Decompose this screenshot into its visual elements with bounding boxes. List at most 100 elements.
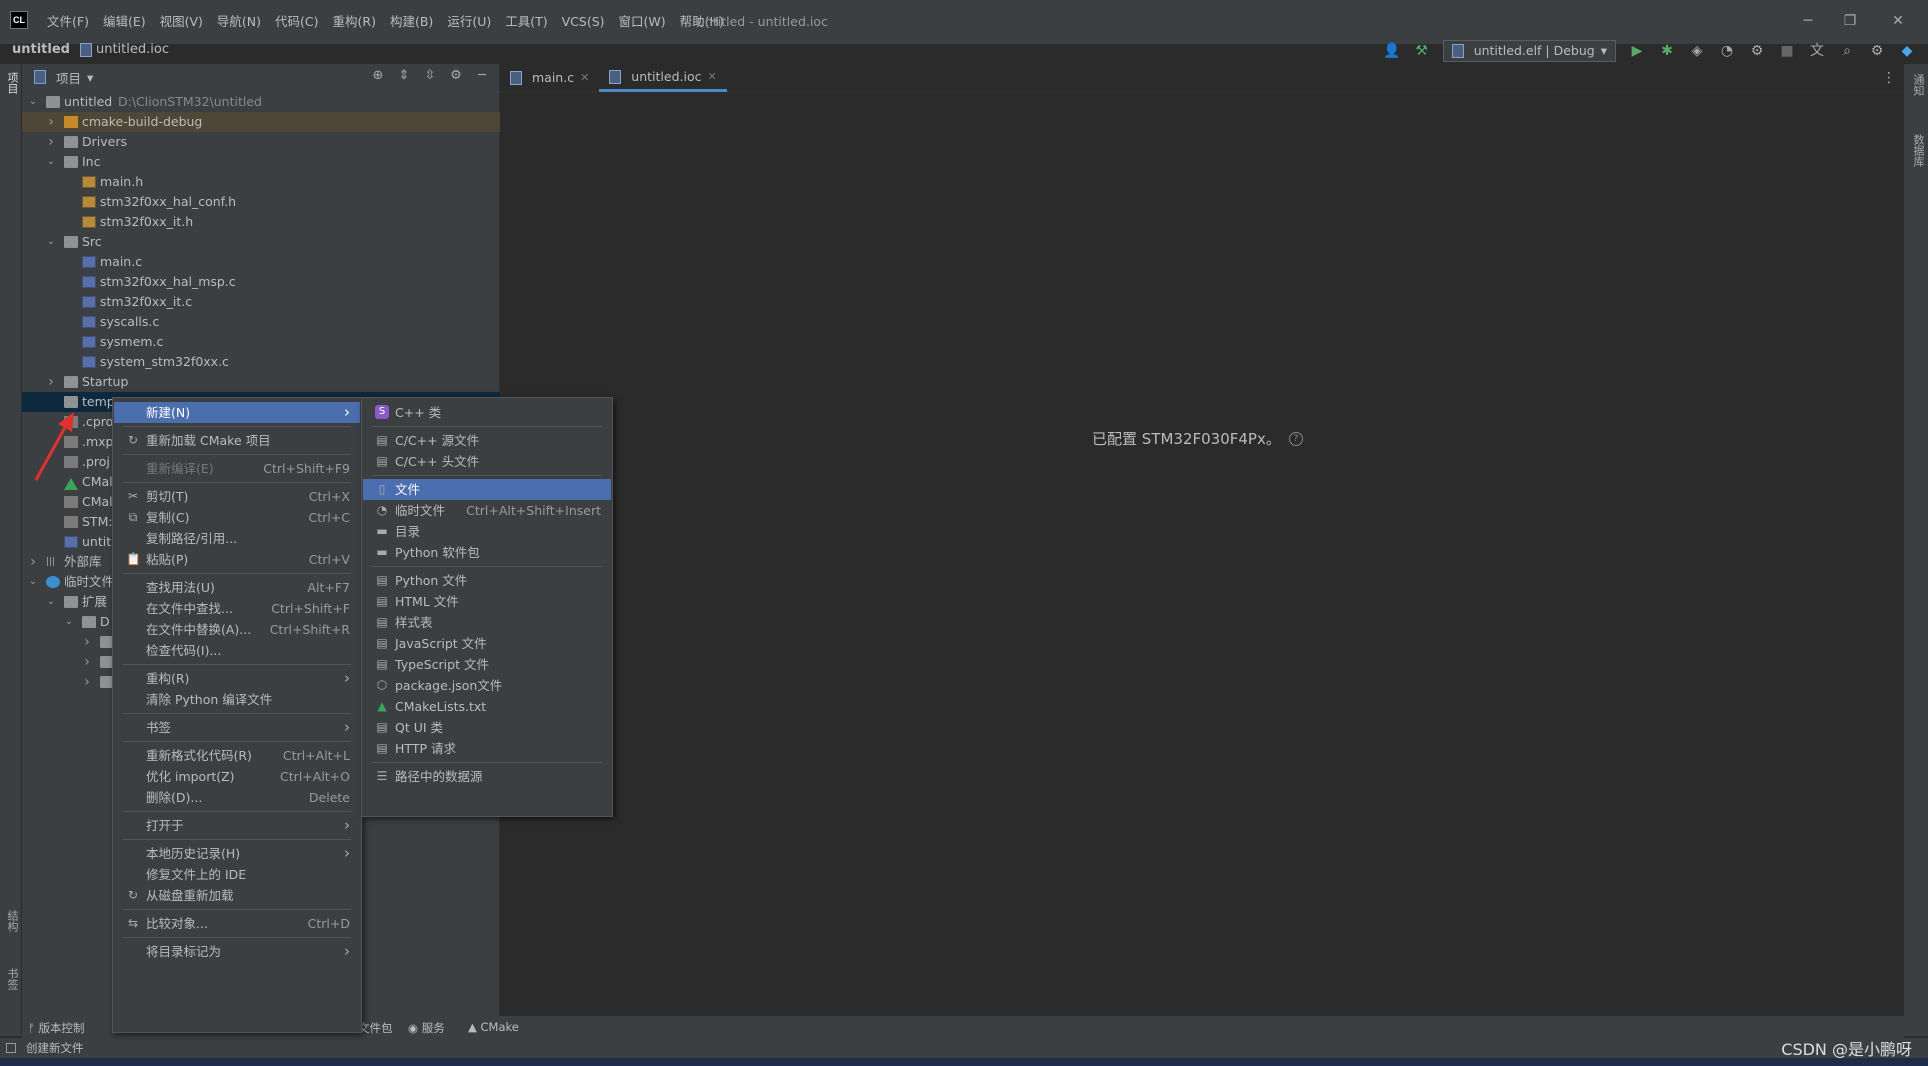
chevron-down-icon[interactable]: ⌄ (46, 152, 56, 172)
chevron-down-icon[interactable]: ⌄ (46, 232, 56, 252)
attach-debugger-icon[interactable]: ⚙ (1748, 42, 1766, 60)
locate-target-icon[interactable]: ⊕ (370, 68, 386, 84)
debug-bug-icon[interactable]: ✱ (1658, 42, 1676, 60)
menu-item[interactable]: 打开于 › (114, 815, 360, 836)
menu-item[interactable]: ▯ 文件 (363, 479, 611, 500)
help-question-icon[interactable]: ? (1288, 431, 1303, 446)
menu-item[interactable]: 文件(F) (40, 14, 96, 30)
tree-item[interactable]: ⌄ Inc (22, 152, 500, 172)
stop-icon[interactable]: ■ (1778, 42, 1796, 60)
menu-item[interactable]: 检查代码(I)... (114, 640, 360, 661)
tab-main-c[interactable]: main.c ✕ (500, 64, 599, 92)
tree-item[interactable]: system_stm32f0xx.c (22, 352, 500, 372)
menu-item[interactable]: 视图(V) (153, 14, 210, 30)
menu-item[interactable]: ▬ 目录 (363, 521, 611, 542)
menu-item[interactable]: 复制路径/引用... (114, 528, 360, 549)
menu-item[interactable]: ▤ 样式表 (363, 612, 611, 633)
run-configuration-select[interactable]: untitled.elf | Debug ▾ (1442, 40, 1616, 62)
panel-settings-icon[interactable]: ⚙ (448, 68, 464, 84)
close-icon[interactable]: ✕ (707, 63, 716, 91)
chevron-down-icon[interactable]: ⌄ (28, 572, 38, 592)
tree-item[interactable]: stm32f0xx_hal_conf.h (22, 192, 500, 212)
settings-gear-icon[interactable]: ⚙ (1868, 42, 1886, 60)
chevron-right-icon[interactable]: › (82, 632, 92, 652)
project-view-selector[interactable]: 项目 ▾ (34, 68, 93, 87)
menu-item[interactable]: 修复文件上的 IDE (114, 864, 360, 885)
bottom-tool-3[interactable]: ▲ CMake (468, 1020, 519, 1034)
menu-item[interactable]: 重构(R) › (114, 668, 360, 689)
tabs-menu-icon[interactable]: ⋮ (1882, 70, 1896, 86)
chevron-right-icon[interactable]: › (46, 372, 56, 392)
menu-item[interactable]: 📋 粘贴(P) Ctrl+V (114, 549, 360, 570)
menu-item[interactable]: 在文件中查找... Ctrl+Shift+F (114, 598, 360, 619)
tree-item[interactable]: main.c (22, 252, 500, 272)
tree-item[interactable]: stm32f0xx_hal_msp.c (22, 272, 500, 292)
menu-item[interactable]: ▤ JavaScript 文件 (363, 633, 611, 654)
tab-untitled-ioc[interactable]: untitled.ioc ✕ (599, 63, 727, 92)
tree-item[interactable]: stm32f0xx_it.h (22, 212, 500, 232)
tree-item[interactable]: main.h (22, 172, 500, 192)
chevron-right-icon[interactable]: › (46, 112, 56, 132)
menu-item[interactable]: 窗口(W) (612, 14, 673, 30)
chevron-down-icon[interactable]: ⌄ (64, 612, 74, 632)
notifications-tool-button[interactable]: 通知 (1910, 74, 1926, 96)
plugin-icon[interactable]: ◆ (1898, 42, 1916, 60)
menu-item[interactable]: ▤ TypeScript 文件 (363, 654, 611, 675)
coverage-icon[interactable]: ◈ (1688, 42, 1706, 60)
menu-item[interactable]: 删除(D)... Delete (114, 787, 360, 808)
menu-item[interactable]: 在文件中替换(A)... Ctrl+Shift+R (114, 619, 360, 640)
chevron-down-icon[interactable]: ⌄ (28, 92, 38, 112)
tree-item[interactable]: › Drivers (22, 132, 500, 152)
menu-item[interactable]: 导航(N) (210, 14, 268, 30)
profile-icon[interactable]: ◔ (1718, 42, 1736, 60)
tree-item[interactable]: › Startup (22, 372, 500, 392)
menu-item[interactable]: ▤ HTTP 请求 (363, 738, 611, 759)
hide-panel-icon[interactable]: ─ (474, 68, 490, 84)
bookmarks-tool-button[interactable]: 书签 (4, 968, 20, 990)
minimize-icon[interactable]: ─ (1794, 10, 1822, 32)
menu-item[interactable]: 构建(B) (383, 14, 440, 30)
collapse-all-icon[interactable]: ⇳ (422, 68, 438, 84)
bottom-tool-2[interactable]: ◉ 服务 (408, 1020, 445, 1036)
menu-item[interactable]: ▤ C/C++ 头文件 (363, 451, 611, 472)
translate-icon[interactable]: 文 (1808, 42, 1826, 60)
close-window-icon[interactable]: ✕ (1884, 10, 1912, 32)
menu-item[interactable]: 本地历史记录(H) › (114, 843, 360, 864)
project-tool-button[interactable]: 项目 (4, 72, 20, 94)
menu-item[interactable]: 书签 › (114, 717, 360, 738)
chevron-right-icon[interactable]: › (28, 552, 38, 572)
menu-item[interactable]: 新建(N) › (114, 402, 360, 423)
menu-item[interactable]: 重构(R) (326, 14, 383, 30)
chevron-right-icon[interactable]: › (46, 132, 56, 152)
menu-item[interactable]: ▬ Python 软件包 (363, 542, 611, 563)
menu-item[interactable]: ⧉ 复制(C) Ctrl+C (114, 507, 360, 528)
menu-item[interactable]: 工具(T) (498, 14, 554, 30)
structure-tool-button[interactable]: 结构 (4, 910, 20, 932)
database-tool-button[interactable]: 数据库 (1910, 134, 1926, 167)
bottom-tool-0[interactable]: ᚠ 版本控制 (28, 1020, 85, 1036)
tree-item[interactable]: ⌄ untitled D:\ClionSTM32\untitled (22, 92, 500, 112)
run-icon[interactable]: ▶ (1628, 42, 1646, 60)
menu-item[interactable]: 运行(U) (440, 14, 498, 30)
menu-item[interactable]: ✂ 剪切(T) Ctrl+X (114, 486, 360, 507)
menu-item[interactable]: 编辑(E) (96, 14, 153, 30)
menu-item[interactable]: ▲ CMakeLists.txt (363, 696, 611, 717)
menu-item[interactable]: S C++ 类 (363, 402, 611, 423)
menu-item[interactable]: 查找用法(U) Alt+F7 (114, 577, 360, 598)
chevron-down-icon[interactable]: ⌄ (46, 592, 56, 612)
menu-item[interactable]: ☰ 路径中的数据源 (363, 766, 611, 787)
menu-item[interactable]: ⬡ package.json文件 (363, 675, 611, 696)
menu-item[interactable]: 重新格式化代码(R) Ctrl+Alt+L (114, 745, 360, 766)
breadcrumb-file[interactable]: untitled.ioc (79, 42, 169, 57)
tree-item[interactable]: › cmake-build-debug (22, 112, 500, 132)
menu-item[interactable]: 清除 Python 编译文件 (114, 689, 360, 710)
breadcrumb-root[interactable]: untitled (12, 42, 70, 57)
tree-item[interactable]: stm32f0xx_it.c (22, 292, 500, 312)
build-hammer-icon[interactable]: ⚒ (1413, 42, 1431, 60)
menu-item[interactable]: ↻ 从磁盘重新加载 (114, 885, 360, 906)
chevron-right-icon[interactable]: › (82, 672, 92, 692)
menu-item[interactable]: VCS(S) (555, 14, 612, 30)
menu-item[interactable]: ▤ Qt UI 类 (363, 717, 611, 738)
menu-item[interactable]: 代码(C) (268, 14, 325, 30)
user-icon[interactable]: 👤 (1383, 42, 1401, 60)
